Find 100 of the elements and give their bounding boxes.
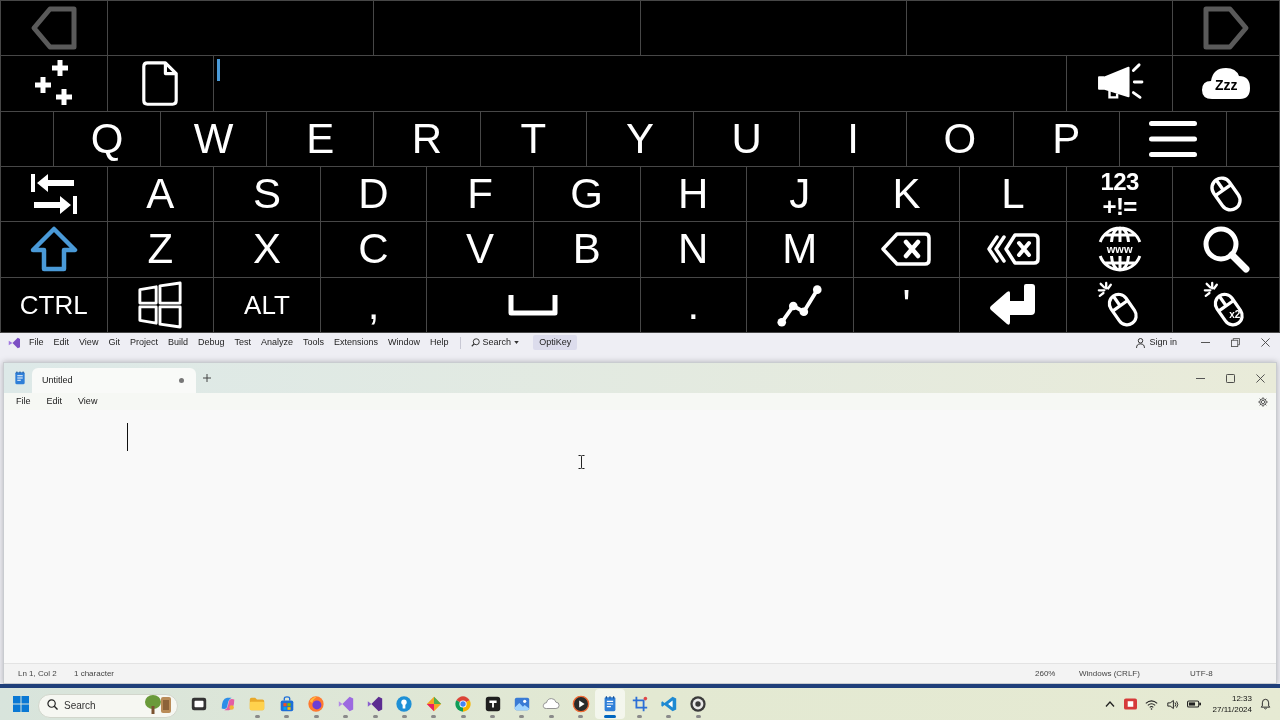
character-key[interactable]: C [320,222,427,277]
four-squares-icon [13,696,29,712]
mouse-key[interactable] [1173,167,1279,222]
numbers-key[interactable]: 123 +!= [1066,167,1173,222]
enter-key[interactable] [960,277,1066,332]
menu-item[interactable]: Extensions [329,338,384,347]
double-click-key[interactable]: x2 [1173,277,1279,332]
shift-key[interactable] [1,222,107,277]
add-key[interactable] [1,56,107,111]
character-key[interactable]: D [320,167,427,222]
sleep-key[interactable]: Zzz [1173,56,1279,111]
character-key[interactable]: F [427,167,533,222]
tab-key[interactable] [1,167,107,222]
encoding: UTF-8 [1190,667,1214,680]
menu-item[interactable]: Help [425,338,454,347]
round-badge-icon [395,695,414,713]
maximize-icon [1225,373,1235,383]
character-key[interactable]: P [1013,111,1120,166]
text-output-field[interactable] [214,56,1066,111]
character-key[interactable]: Y [587,111,693,166]
character-key[interactable]: V [427,222,533,277]
crop-icon [630,695,649,713]
click-key[interactable] [1066,277,1173,332]
restore-icon [1230,338,1240,347]
character-key[interactable]: O [906,111,1013,166]
menu-item[interactable]: Build [162,338,193,347]
character-key[interactable]: K [853,167,960,222]
document-key[interactable] [107,56,214,111]
minimize-icon [1195,377,1205,379]
notepad-tab[interactable]: Untitled [32,368,196,393]
ribbon-icon [336,695,355,713]
windows-key[interactable] [107,277,214,332]
sign-in-button[interactable]: Sign in [1136,337,1177,348]
settings-icon [1258,396,1268,407]
play-icon [571,695,590,713]
plus-signs-icon [33,59,74,108]
character-key[interactable]: E [267,111,374,166]
speak-key[interactable] [1066,56,1173,111]
search-button[interactable]: Search [466,338,524,347]
text-cursor-icon [127,423,128,451]
menu-item[interactable]: Test [229,338,256,347]
minimize-icon [1200,342,1210,343]
zoom-level: 260% [1035,667,1057,680]
menu-item[interactable]: File [10,397,37,406]
modifier-key[interactable]: ALT [214,277,320,332]
character-key[interactable]: J [747,167,853,222]
menu-item[interactable]: View [72,397,104,406]
character-count: 1 character [74,667,115,680]
cloud-icon [1200,66,1253,101]
search-key[interactable] [1173,222,1279,277]
menu-item[interactable]: View [74,338,104,347]
menu-item[interactable]: Edit [40,397,69,406]
character-key[interactable]: . [640,277,747,332]
empty-key [1226,111,1279,166]
character-key[interactable]: A [107,167,214,222]
character-key[interactable]: H [640,167,747,222]
menu-item[interactable]: Git [103,338,125,347]
character-key[interactable]: X [214,222,320,277]
chart-key[interactable] [747,277,853,332]
ribbon-icon [366,695,385,713]
line-ending: Windows (CRLF) [1079,667,1141,680]
space-bracket-icon [508,292,559,317]
tile-icon [483,695,502,713]
character-key[interactable]: R [374,111,480,166]
character-key[interactable]: S [214,167,320,222]
modifier-key[interactable]: CTRL [1,277,107,332]
character-key[interactable]: I [800,111,906,166]
notepad-icon [14,371,26,385]
segmented-circle-icon [454,695,473,713]
menu-item[interactable]: Window [383,338,426,347]
menu-item[interactable]: Edit [48,338,75,347]
start-button[interactable] [12,695,30,713]
web-key[interactable]: www [1066,222,1173,277]
character-key[interactable]: G [533,167,640,222]
character-key[interactable]: T [480,111,587,166]
character-key[interactable]: N [640,222,747,277]
menu-item[interactable]: Debug [192,338,230,347]
menu-key[interactable] [1120,111,1226,166]
character-key[interactable]: ' [853,277,960,332]
menu-item[interactable]: Tools [298,338,330,347]
character-key[interactable]: Q [54,111,160,166]
clock[interactable]: 12:33 27/11/2024 [1208,693,1256,715]
character-key[interactable]: W [160,111,267,166]
character-key[interactable]: U [693,111,800,166]
window-stack-icon [189,695,208,713]
tray-app-icon [1124,698,1138,710]
character-key[interactable]: , [320,277,427,332]
space-key[interactable] [427,277,640,332]
menu-item[interactable]: Analyze [256,338,298,347]
character-key[interactable]: L [960,167,1066,222]
backspace-icon [881,232,932,267]
backspace-key[interactable] [853,222,960,277]
character-key[interactable]: M [747,222,853,277]
backspace-chevrons-icon [986,232,1041,267]
delete-word-key[interactable] [960,222,1066,277]
character-key[interactable]: Z [107,222,214,277]
document-icon [142,61,179,106]
character-key[interactable]: B [533,222,640,277]
menu-item[interactable]: File [24,338,49,347]
menu-item[interactable]: Project [124,338,163,347]
